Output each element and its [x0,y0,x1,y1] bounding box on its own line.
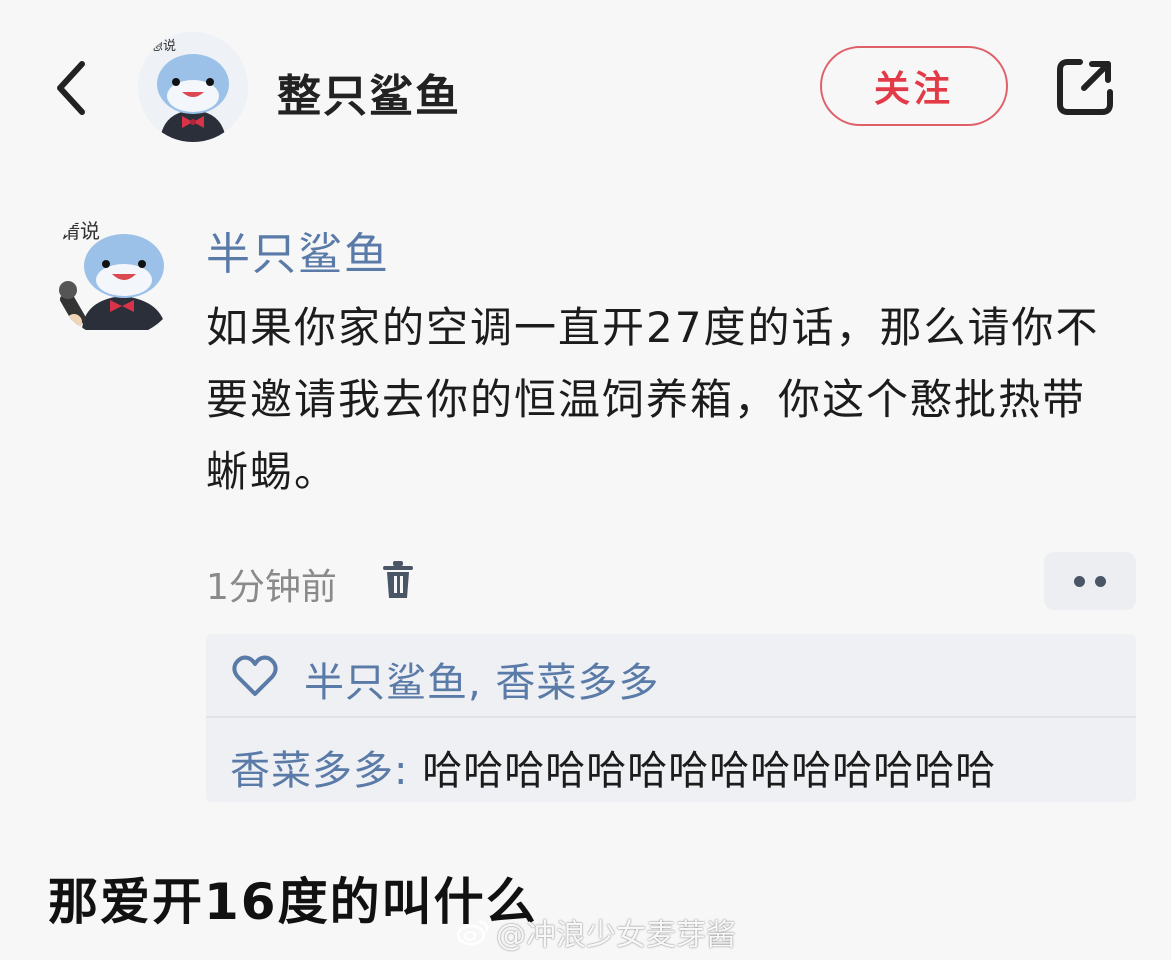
shark-reporter-icon: 请说 [59,219,166,330]
reply-author[interactable]: 香菜多多: [230,748,408,794]
share-external-icon [1057,59,1113,115]
trash-icon [383,561,413,598]
reply-text: 哈哈哈哈哈哈哈哈哈哈哈哈哈哈 [408,748,997,794]
likers-list[interactable]: 半只鲨鱼, 香菜多多 [304,650,659,708]
author-avatar[interactable]: 想说 [138,32,248,142]
delete-button[interactable] [380,560,416,600]
likes-row: 半只鲨鱼, 香菜多多 [206,634,1136,718]
back-button[interactable] [48,56,104,120]
commenter-bubble-text: 请说 [60,219,100,243]
share-button[interactable] [1054,56,1116,118]
chevron-left-icon [57,61,85,115]
reply-panel: 半只鲨鱼, 香菜多多 香菜多多: 哈哈哈哈哈哈哈哈哈哈哈哈哈哈 [206,634,1136,802]
more-options-button[interactable] [1044,552,1136,610]
follow-button[interactable]: 关注 [820,46,1008,126]
shark-mascot-icon: 想说 [138,32,248,142]
avatar-bubble-text: 想说 [150,38,176,54]
comment-timestamp: 1分钟前 [206,567,337,608]
commenter-avatar[interactable]: 请说 [52,208,182,338]
watermark-text: @冲浪少女麦芽酱 [496,918,736,953]
top-bar: 想说 整只鲨鱼 关注 [0,0,1171,180]
commenter-name[interactable]: 半只鲨鱼 [206,218,390,282]
heart-icon[interactable] [232,654,278,698]
author-name[interactable]: 整只鲨鱼 [277,60,461,124]
weibo-logo-icon [456,920,489,946]
comment-text: 如果你家的空调一直开27度的话，那么请你不要邀请我去你的恒温饲养箱，你这个憨批热… [206,303,1100,496]
more-dot-icon [1074,575,1085,587]
reply-item[interactable]: 香菜多多: 哈哈哈哈哈哈哈哈哈哈哈哈哈哈 [230,738,996,796]
more-dot-icon [1095,575,1106,587]
watermark: @冲浪少女麦芽酱 [456,910,736,954]
